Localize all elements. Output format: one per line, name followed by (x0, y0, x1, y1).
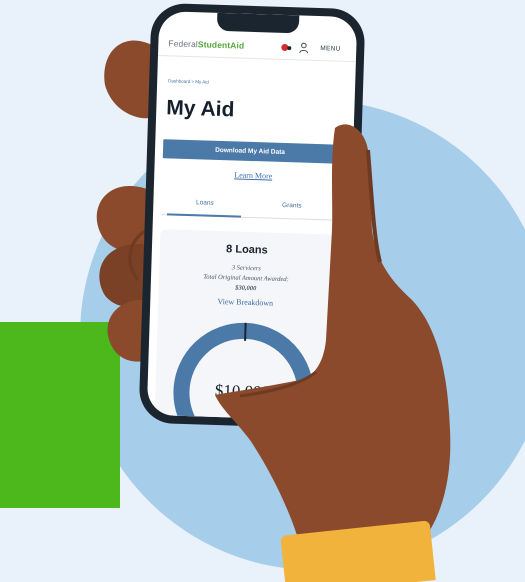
aid-tabs: Loans Grants (160, 194, 336, 221)
tab-loans[interactable]: Loans (161, 198, 248, 208)
loans-summary-card: 8 Loans 3 Servicers Total Original Amoun… (154, 229, 335, 422)
phone-screen: FederalStudentAid MENU Dashboard > My Ai… (146, 10, 358, 422)
fsa-logo[interactable]: FederalStudentAid (168, 38, 244, 50)
page-title: My Aid (165, 96, 235, 122)
tab-grants[interactable]: Grants (248, 201, 335, 211)
menu-button[interactable]: MENU (320, 45, 341, 53)
active-tab-indicator (166, 213, 242, 218)
download-my-aid-data-button[interactable]: Download My Aid Data (162, 139, 338, 164)
notification-indicator (287, 46, 292, 51)
phone-device: FederalStudentAid MENU Dashboard > My Ai… (138, 2, 366, 430)
awarded-amount: $30,000 (235, 284, 257, 293)
view-breakdown-link[interactable]: View Breakdown (158, 295, 332, 309)
breadcrumb[interactable]: Dashboard > My Aid (168, 78, 209, 84)
phone-notch (216, 12, 300, 34)
user-icon[interactable] (299, 42, 308, 54)
app-header: FederalStudentAid MENU (157, 32, 357, 63)
loans-count: 8 Loans (225, 243, 268, 257)
illustration-scene: FederalStudentAid MENU Dashboard > My Ai… (0, 0, 525, 582)
learn-more-link[interactable]: Learn More (154, 168, 352, 183)
